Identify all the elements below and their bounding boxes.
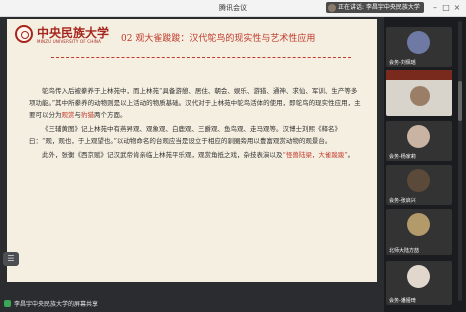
speaking-indicator: 正在讲话: 李昌宇中央民族大学 bbox=[326, 2, 424, 13]
bottom-bar: 李昌宇中央民族大学的屏幕共享 bbox=[0, 296, 384, 312]
screen-share-label: 李昌宇中央民族大学的屏幕共享 bbox=[4, 299, 98, 308]
close-icon[interactable]: × bbox=[452, 2, 462, 13]
participant-name: 会务-杨家莉 bbox=[389, 154, 416, 160]
title-divider bbox=[51, 57, 351, 58]
participant-tile[interactable]: 北师大陆方喆 bbox=[386, 209, 452, 255]
participant-name: 会务-刘佩瑶 bbox=[389, 60, 416, 66]
participant-tile[interactable]: 会务-杨家莉 bbox=[386, 121, 452, 161]
participant-tile[interactable]: 会务-张启兴 bbox=[386, 165, 452, 205]
highlight-viewing: 观赏 bbox=[61, 111, 75, 119]
avatar bbox=[410, 86, 430, 106]
highlight-quote: “怪兽陆梁，大雀踆踆” bbox=[282, 151, 348, 159]
avatar bbox=[407, 31, 430, 54]
avatar bbox=[407, 125, 430, 148]
sidebar-scrollbar[interactable] bbox=[458, 21, 462, 301]
participant-name: 北师大陆方喆 bbox=[389, 248, 420, 254]
screen-share-icon bbox=[4, 300, 11, 307]
shared-screen-area: 中央民族大学 MINZU UNIVERSITY OF CHINA 02 观大雀踆… bbox=[0, 17, 384, 312]
highlight-hunting: 豹猎 bbox=[81, 111, 94, 119]
avatar bbox=[407, 213, 430, 236]
slide-header: 中央民族大学 MINZU UNIVERSITY OF CHINA 02 观大雀踆… bbox=[7, 19, 377, 79]
presentation-slide: 中央民族大学 MINZU UNIVERSITY OF CHINA 02 观大雀踆… bbox=[7, 19, 377, 282]
participant-name: 会务-潘娅琦 bbox=[389, 298, 416, 304]
title-bar: 腾讯会议 正在讲话: 李昌宇中央民族大学 – □ × bbox=[0, 0, 466, 17]
participant-name: 会务-张启兴 bbox=[389, 198, 416, 204]
university-logo-english: MINZU UNIVERSITY OF CHINA bbox=[37, 39, 102, 44]
paragraph-3: 此外，张衡《西京赋》记汉武帝肯亲临上林苑平乐观，观赏角抵之戏，杂技表演以及“怪兽… bbox=[42, 151, 355, 159]
university-seal-icon bbox=[15, 25, 33, 43]
video-banner bbox=[386, 70, 452, 80]
toolbar-toggle-icon[interactable]: ☰ bbox=[3, 252, 19, 266]
slide-title: 02 观大雀踆踆：汉代鸵鸟的现实性与艺术性应用 bbox=[121, 34, 316, 44]
participant-tile[interactable]: 会务-刘佩瑶 bbox=[386, 27, 452, 67]
speaking-label: 正在讲话: 李昌宇中央民族大学 bbox=[338, 4, 420, 11]
participant-sidebar: 会务-刘佩瑶 会务-杨家莉 会务-张启兴 北师大陆方喆 会务-潘娅琦 bbox=[384, 17, 466, 312]
paragraph-1: 鸵鸟传入后被豢养于上林苑中，而上林苑“具备游憩、居住、朝会、娱乐、游猎、通神、求… bbox=[29, 87, 361, 119]
slide-body: 鸵鸟传入后被豢养于上林苑中，而上林苑“具备游憩、居住、朝会、娱乐、游猎、通神、求… bbox=[29, 85, 361, 163]
maximize-icon[interactable]: □ bbox=[441, 2, 451, 13]
speaker-avatar bbox=[328, 3, 336, 12]
participant-tile-video[interactable] bbox=[386, 70, 452, 116]
avatar bbox=[407, 265, 430, 288]
participant-tile[interactable]: 会务-潘娅琦 bbox=[386, 261, 452, 305]
paragraph-2: 《三辅黄图》记上林苑中有燕昇观、观象观、白鹿观、三爵观、鱼鸟观、走马观等。汉博士… bbox=[29, 125, 341, 145]
avatar bbox=[407, 169, 430, 192]
minimize-icon[interactable]: – bbox=[430, 2, 440, 13]
scrollbar-thumb[interactable] bbox=[458, 81, 462, 121]
